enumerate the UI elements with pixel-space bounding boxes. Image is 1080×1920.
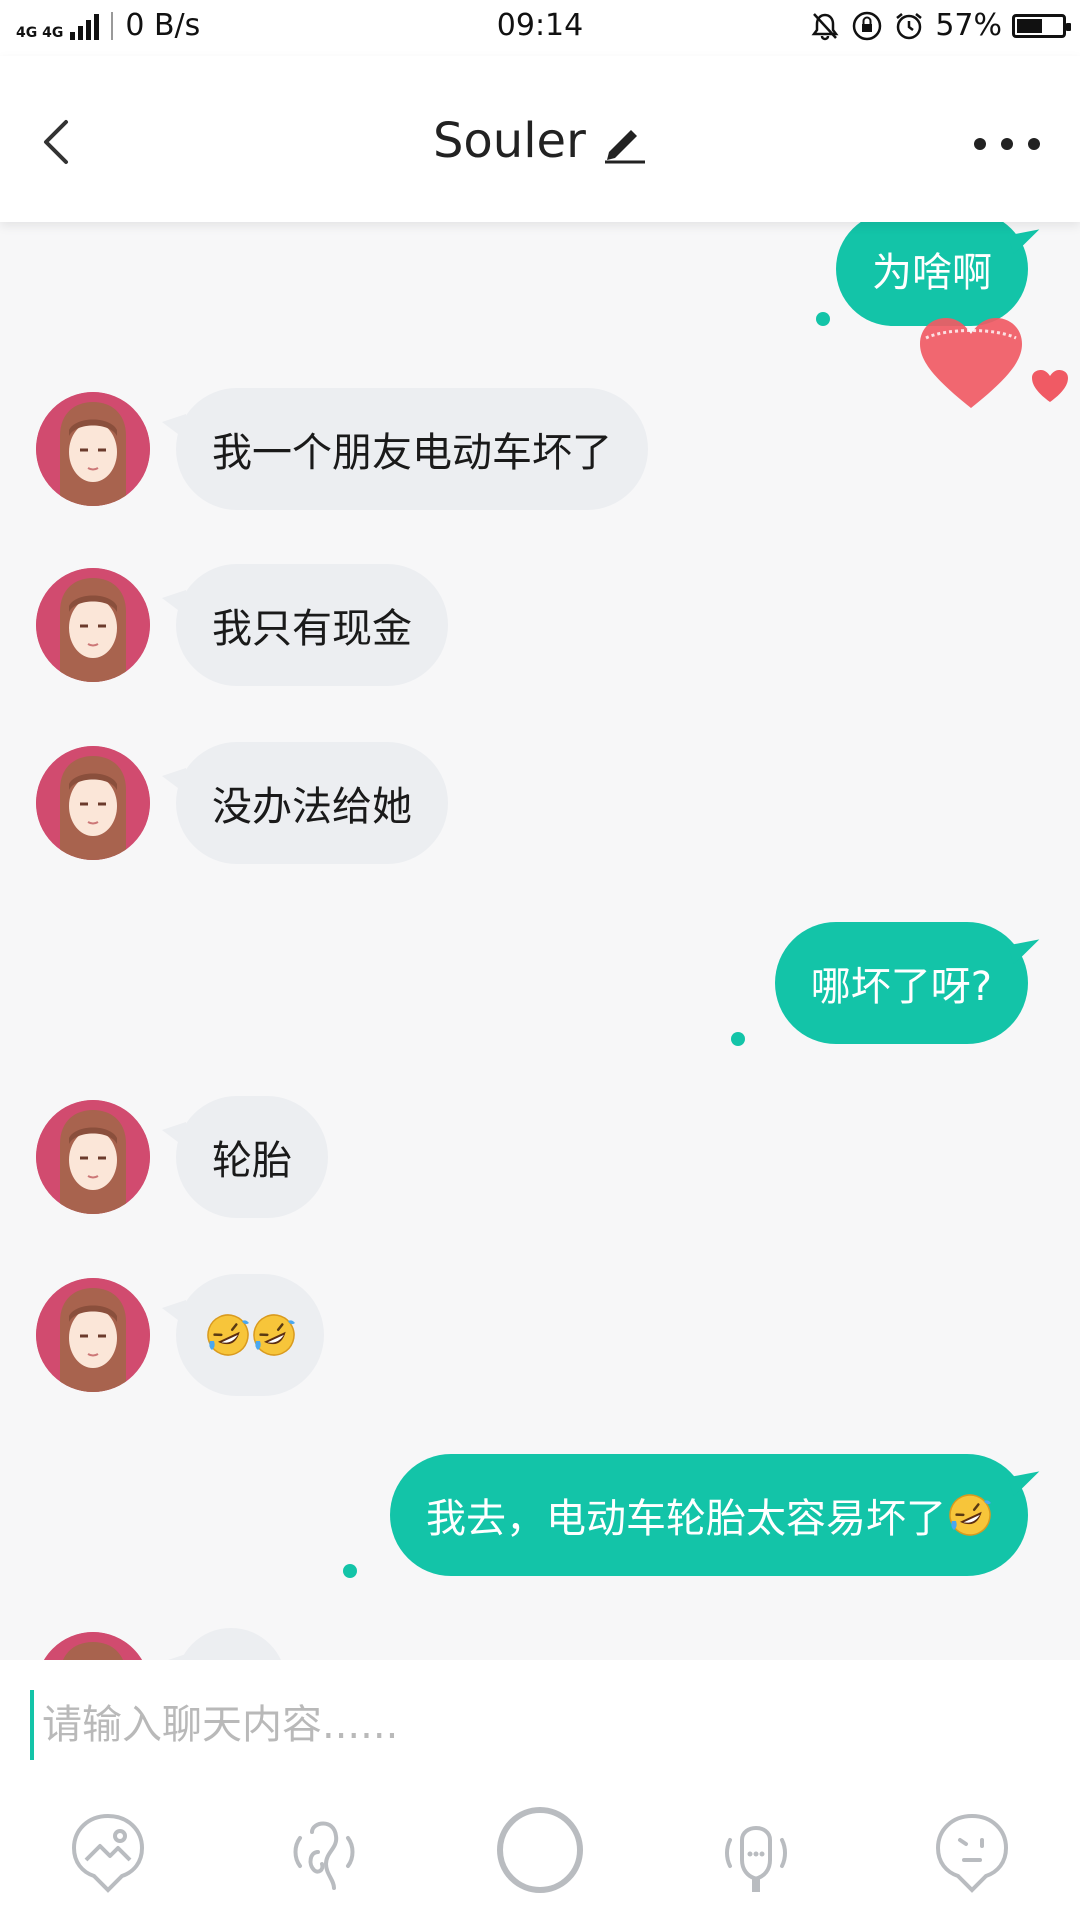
- incoming-bubble[interactable]: [162, 1274, 324, 1396]
- read-dot: [816, 312, 830, 326]
- battery-percent: 57%: [935, 8, 1002, 43]
- message-text: 我一个朋友电动车坏了: [212, 430, 612, 476]
- avatar[interactable]: [36, 1632, 150, 1660]
- battery-fill: [1017, 18, 1042, 33]
- heart-icon: [920, 318, 1022, 408]
- input-bar: [0, 1660, 1080, 1920]
- message-text: 轮胎: [212, 1138, 292, 1184]
- battery-icon: [1012, 13, 1071, 38]
- avatar[interactable]: [36, 568, 150, 682]
- status-right: 57%: [809, 8, 1071, 43]
- voice-icon[interactable]: [282, 1810, 366, 1894]
- mute-bell-icon: [811, 12, 839, 40]
- incoming-bubble[interactable]: 我一个朋友电动车坏了: [162, 388, 648, 510]
- emoji-icon[interactable]: [930, 1810, 1014, 1894]
- outgoing-bubble[interactable]: 哪坏了呀?: [774, 922, 1028, 1044]
- edit-pencil-icon[interactable]: [601, 118, 647, 164]
- record-icon[interactable]: [494, 1804, 586, 1896]
- message-text: 我只有现金: [212, 606, 412, 652]
- avatar[interactable]: [36, 746, 150, 860]
- rotation-lock-icon: [853, 11, 882, 40]
- chat-header: Souler: [0, 56, 1080, 222]
- voice-change-icon[interactable]: [714, 1810, 798, 1894]
- message-text: 哪坏了呀?: [810, 964, 992, 1010]
- input-toolbar: [0, 1807, 1080, 1910]
- read-dot: [343, 1564, 357, 1578]
- rolling-laughing-emoji-icon: [207, 1314, 249, 1356]
- avatar-image-icon: [36, 392, 150, 506]
- avatar-image-icon: [36, 1278, 150, 1392]
- incoming-bubble[interactable]: 轮胎: [162, 1096, 328, 1218]
- chat-title: Souler: [432, 113, 586, 169]
- message-text: 没办法给她: [212, 784, 412, 830]
- small-heart-icon: [1032, 370, 1068, 402]
- avatar[interactable]: [36, 1278, 150, 1392]
- rolling-laughing-emoji-icon: [253, 1314, 295, 1356]
- rolling-laughing-emoji-icon: [949, 1494, 991, 1536]
- incoming-bubble[interactable]: 没办法给她: [162, 742, 448, 864]
- message-text: 我去，电动车轮胎太容易坏了: [426, 1496, 946, 1542]
- status-bar: 4G 4G 0 B/s 09:14 57%: [0, 0, 1080, 56]
- incoming-bubble[interactable]: [162, 1628, 286, 1660]
- avatar-image-icon: [36, 746, 150, 860]
- image-icon[interactable]: [66, 1810, 150, 1894]
- more-button[interactable]: [972, 134, 1042, 154]
- incoming-bubble[interactable]: 我只有现金: [162, 564, 448, 686]
- outgoing-bubble[interactable]: 我去，电动车轮胎太容易坏了: [390, 1454, 1028, 1576]
- alarm-icon: [896, 12, 923, 39]
- read-dot: [731, 1032, 745, 1046]
- chat-title-wrap[interactable]: Souler: [0, 110, 1080, 169]
- avatar-image-icon: [36, 1100, 150, 1214]
- avatar[interactable]: [36, 1100, 150, 1214]
- more-dots-icon: [974, 138, 1040, 150]
- avatar-image-icon: [36, 568, 150, 682]
- avatar[interactable]: [36, 392, 150, 506]
- outgoing-bubble[interactable]: 为啥啊: [836, 222, 1028, 326]
- chat-messages[interactable]: 为啥啊 我一个朋友电动车坏了 我只有现金 没办法给她 哪坏了呀? 轮胎 我去，电…: [0, 222, 1080, 1660]
- chat-input[interactable]: [30, 1690, 1042, 1760]
- avatar-image-icon: [43, 1632, 143, 1660]
- message-text: 为啥啊: [872, 250, 992, 296]
